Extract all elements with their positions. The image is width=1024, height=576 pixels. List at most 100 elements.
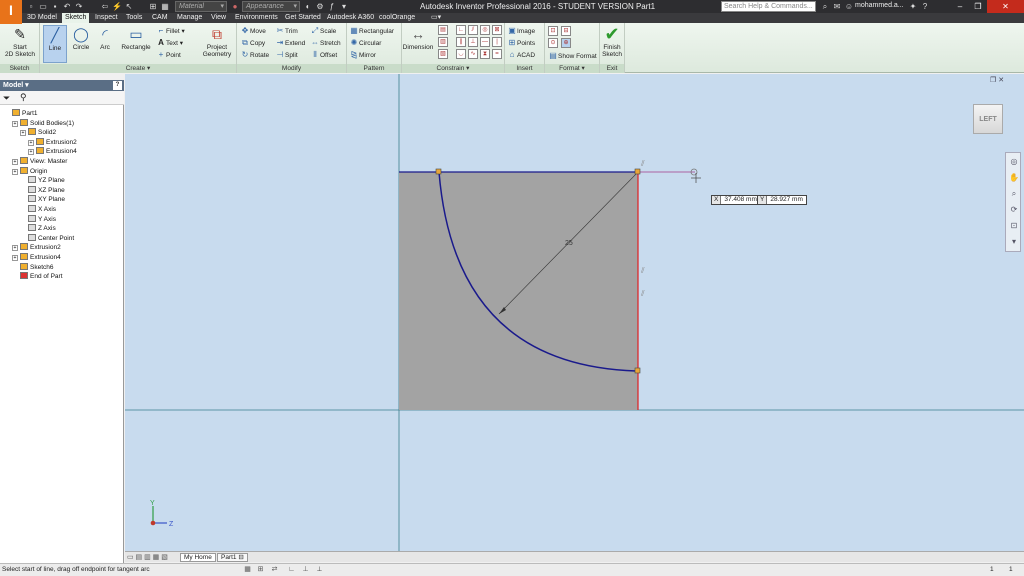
tree-item[interactable]: End of Part <box>12 272 63 281</box>
horizontal-icon[interactable]: — <box>480 37 490 47</box>
zoom-icon[interactable]: ⌕ <box>1009 189 1019 199</box>
acad-button[interactable]: ⌂ ACAD <box>507 49 535 60</box>
rectangular-pattern-button[interactable]: ▦Rectangular <box>349 25 394 36</box>
extend-button[interactable]: ⇥ Extend <box>275 37 306 48</box>
trim-button[interactable]: ✂ Trim <box>275 25 298 36</box>
parallel-constraint-glyph-2[interactable]: ⫽ <box>640 266 645 275</box>
mirror-button[interactable]: ⧎ Mirror <box>349 49 376 60</box>
tab-tools[interactable]: Tools <box>123 13 145 23</box>
tree-item[interactable]: + Solid Bodies(1) <box>12 118 74 128</box>
redo-icon[interactable]: ↷ <box>74 2 84 11</box>
browser-header[interactable]: Model ▾ ? <box>0 80 124 91</box>
tree-item[interactable]: + Extrusion2 <box>28 137 77 147</box>
offset-button[interactable]: ⫴ Offset <box>310 49 337 60</box>
tab-inspect[interactable]: Inspect <box>92 13 121 23</box>
fillet-button[interactable]: ⌐ Fillet ▾ <box>156 25 185 36</box>
help-icon[interactable]: ? <box>920 2 930 11</box>
points-button[interactable]: ⊞ Points <box>507 37 535 48</box>
expand-toggle-icon[interactable]: + <box>12 168 18 175</box>
user-name[interactable]: mohammed.a... <box>855 2 904 9</box>
sketch-face[interactable] <box>399 172 638 410</box>
return-icon[interactable]: ⇦ <box>100 2 110 11</box>
symmetric-icon[interactable]: ⧗ <box>480 49 490 59</box>
text-button[interactable]: A Text ▾ <box>156 37 183 48</box>
tab-cam[interactable]: CAM <box>149 13 171 23</box>
x-coordinate-value[interactable]: 37.408 mm <box>721 196 760 204</box>
line-button[interactable]: ╱ Line <box>43 25 67 63</box>
sketch-view[interactable]: 25 ⫽ ⫽ ⫽ Y Z <box>125 74 1024 551</box>
move-button[interactable]: ✥ Move <box>240 25 266 36</box>
help-icon[interactable]: ? <box>113 81 122 90</box>
stretch-button[interactable]: ⇔Stretch <box>310 37 341 48</box>
status-snap-icon[interactable]: ⊞ <box>256 566 265 574</box>
look-at-icon[interactable]: ⊡ <box>1009 221 1019 231</box>
tree-item[interactable]: Center Point <box>20 233 74 243</box>
appearance-select[interactable]: Appearance ▾ <box>242 1 300 12</box>
filter-icon[interactable]: ⏷ <box>3 93 10 104</box>
tree-item[interactable]: + Solid2 <box>20 128 56 137</box>
circular-pattern-button[interactable]: ✺ Circular <box>349 37 382 48</box>
tree-item[interactable]: X Axis <box>20 205 56 214</box>
tab-3d-model[interactable]: 3D Model <box>24 13 60 23</box>
tab-view[interactable]: View <box>208 13 229 23</box>
status-constraint-icon[interactable]: ∟ <box>287 566 296 574</box>
tab-manage[interactable]: Manage <box>174 13 205 23</box>
perpendicular-icon[interactable]: ⊥ <box>468 37 478 47</box>
driven-dimension-icon[interactable]: ⊕ <box>561 38 571 48</box>
user-icon[interactable]: ☺ <box>844 2 854 11</box>
y-coordinate-value[interactable]: 28.927 mm <box>767 196 806 204</box>
minimize-icon[interactable]: – <box>951 0 969 13</box>
finish-sketch-button[interactable]: ✔ Finish Sketch <box>600 25 624 58</box>
new-file-icon[interactable]: ▫ <box>26 2 36 11</box>
construction-icon[interactable]: ⊡ <box>548 26 558 36</box>
material-select[interactable]: Material ▾ <box>175 1 227 12</box>
vertical-icon[interactable]: | <box>492 37 502 47</box>
graphics-canvas[interactable]: 25 ⫽ ⫽ ⫽ Y Z X 37.408 mm Y 28.927 mm ❐ ✕ L… <box>125 74 1024 551</box>
navbar-menu-icon[interactable]: ▾ <box>1009 237 1019 247</box>
adjust-icon[interactable]: ⚙ <box>315 2 325 11</box>
save-icon[interactable]: ▪ <box>50 2 60 11</box>
circle-button[interactable]: ◯ Circle <box>70 25 92 51</box>
fix-icon[interactable]: ⊠ <box>492 25 502 35</box>
corner-point[interactable] <box>634 168 641 175</box>
steering-wheel-icon[interactable]: ◎ <box>1009 157 1019 167</box>
tile-views-icons[interactable]: ▭ ▤ ▥ ▦ ▧ <box>127 553 168 561</box>
doc-tab-part1[interactable]: Part1 ⊟ <box>217 553 248 562</box>
measure-icon[interactable]: ⊞ <box>148 2 158 11</box>
parallel-constraint-glyph[interactable]: ⫽ <box>640 159 645 168</box>
status-grid-icon[interactable]: ▦ <box>243 566 252 574</box>
show-constraints-icon[interactable]: ▥ <box>438 37 448 47</box>
canvas-close-icon[interactable]: ✕ <box>998 77 1004 84</box>
parallel-constraint-glyph-3[interactable]: ⫽ <box>640 289 645 298</box>
constrain-panel-title[interactable]: Constrain ▾ <box>402 64 504 73</box>
tree-item[interactable]: Y Axis <box>20 214 56 224</box>
tree-item[interactable]: + Origin <box>12 166 47 176</box>
clear-appearance-icon[interactable]: ◐ <box>303 2 313 11</box>
expand-toggle-icon[interactable]: + <box>20 130 26 137</box>
tab-environments[interactable]: Environments <box>232 13 281 23</box>
arc-end-point[interactable] <box>634 367 641 374</box>
format-panel-title[interactable]: Format ▾ <box>545 64 599 73</box>
help-search-input[interactable]: Search Help & Commands... <box>721 1 816 12</box>
tab-sketch[interactable]: Sketch <box>62 13 90 23</box>
tree-item[interactable]: Sketch6 <box>12 262 54 272</box>
customize-icon[interactable]: ▾ <box>339 2 349 11</box>
equal-icon[interactable]: = <box>492 49 502 59</box>
smooth-icon[interactable]: ∿ <box>468 49 478 59</box>
tree-item[interactable]: XY Plane <box>20 195 65 204</box>
copy-button[interactable]: ⧉ Copy <box>240 37 265 48</box>
expand-toggle-icon[interactable]: + <box>28 139 34 146</box>
update-icon[interactable]: ⚡ <box>112 2 122 11</box>
auto-dimension-icon[interactable]: ▤ <box>438 25 448 35</box>
collinear-icon[interactable]: ⫽ <box>468 25 478 35</box>
expand-toggle-icon[interactable]: + <box>12 120 18 127</box>
status-ortho-icon[interactable]: ⊥ <box>301 566 310 574</box>
open-file-icon[interactable]: ▭ <box>38 2 48 11</box>
close-icon[interactable]: ✕ <box>987 0 1024 13</box>
dimension-button[interactable]: ↔ Dimension <box>402 25 434 51</box>
communication-icon[interactable]: ✉ <box>832 2 842 11</box>
coincident-icon[interactable]: ∟ <box>456 25 466 35</box>
relax-mode-icon[interactable]: ▧ <box>438 49 448 59</box>
expand-toggle-icon[interactable]: + <box>12 245 18 252</box>
x-coordinate-input[interactable]: X 37.408 mm <box>711 195 761 205</box>
